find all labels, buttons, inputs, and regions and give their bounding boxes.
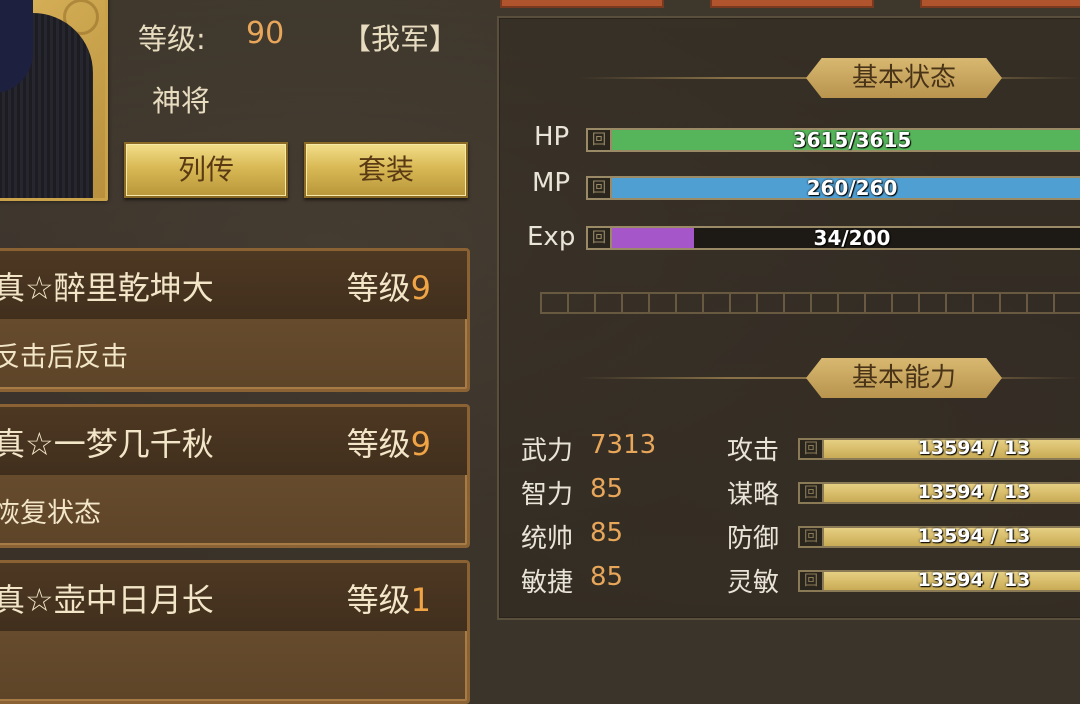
skill-level: 等级9 [347, 263, 431, 309]
skill-description: 反击后反击 [0, 342, 128, 373]
stat-label-force: 武力 [521, 436, 574, 466]
fret-pattern-divider [540, 292, 1080, 314]
stat-label-agility: 敏捷 [521, 568, 574, 598]
skill-name: 真☆一梦几千秋 [0, 425, 214, 463]
skill-level-value: 9 [410, 269, 431, 307]
rank-label: 神将 [152, 84, 211, 118]
stat-value-intellect: 85 [590, 474, 624, 504]
bar-endcap-icon: 回 [798, 570, 824, 592]
bar-endcap-icon: 回 [798, 482, 824, 504]
skill-level-value: 1 [410, 581, 431, 619]
bar-endcap-icon: 回 [586, 226, 612, 250]
nimble-value: 13594 / 13 [917, 569, 1031, 591]
attack-bar: 回 13594 / 13 [798, 437, 1080, 460]
defense-value: 13594 / 13 [917, 525, 1031, 547]
mp-label: MP [532, 168, 571, 198]
skill-level-label: 等级 [346, 581, 411, 619]
strategy-value: 13594 / 13 [917, 481, 1031, 503]
exp-label: Exp [527, 222, 576, 252]
stat-label-command: 统帅 [521, 524, 574, 554]
skill-level: 等级1 [347, 575, 431, 621]
hp-label: HP [534, 122, 570, 152]
nimble-label: 灵敏 [727, 568, 780, 598]
level-label: 等级: [138, 22, 206, 56]
hero-portrait[interactable] [0, 0, 108, 201]
attack-value: 13594 / 13 [917, 437, 1031, 459]
mp-bar: 回 260/260 [586, 176, 1080, 200]
skill-card[interactable]: 真☆醉里乾坤大 等级9 反击后反击 [0, 248, 470, 392]
defense-label: 防御 [727, 524, 780, 554]
skill-level: 等级9 [347, 419, 431, 465]
hp-bar: 回 3615/3615 [586, 128, 1080, 152]
defense-bar: 回 13594 / 13 [798, 525, 1080, 548]
stat-value-force: 7313 [590, 430, 657, 460]
bar-endcap-icon: 回 [798, 526, 824, 548]
stat-value-agility: 85 [590, 562, 624, 592]
skill-level-label: 等级 [346, 425, 411, 463]
stat-label-intellect: 智力 [521, 480, 574, 510]
skill-card[interactable]: 真☆一梦几千秋 等级9 恢复状态 [0, 404, 470, 548]
bar-endcap-icon: 回 [798, 438, 824, 460]
top-tab-2[interactable] [710, 0, 874, 8]
nimble-bar: 回 13594 / 13 [798, 569, 1080, 592]
top-tab-3[interactable] [920, 0, 1080, 8]
attack-label: 攻击 [727, 436, 780, 466]
biography-button[interactable]: 列传 [124, 142, 288, 198]
outfit-button[interactable]: 套装 [304, 142, 468, 198]
basic-ability-header: 基本能力 [806, 358, 1002, 398]
strategy-label: 谋略 [727, 480, 780, 510]
skill-name: 真☆醉里乾坤大 [0, 269, 214, 307]
strategy-bar: 回 13594 / 13 [798, 481, 1080, 504]
skill-description: 恢复状态 [0, 498, 101, 529]
level-value: 90 [246, 16, 285, 51]
bar-endcap-icon: 回 [586, 176, 612, 200]
skill-card[interactable]: 真☆壶中日月长 等级1 [0, 560, 470, 704]
exp-value: 34/200 [813, 226, 891, 250]
bar-endcap-icon: 回 [586, 128, 612, 152]
skill-name: 真☆壶中日月长 [0, 581, 214, 619]
hp-value: 3615/3615 [792, 128, 912, 152]
exp-bar: 回 34/200 [586, 226, 1080, 250]
faction-label: 【我军】 [342, 22, 459, 56]
stat-value-command: 85 [590, 518, 624, 548]
top-tab-1[interactable] [500, 0, 664, 8]
basic-status-header: 基本状态 [806, 58, 1002, 98]
mp-value: 260/260 [806, 176, 898, 200]
skill-level-label: 等级 [346, 269, 411, 307]
skill-level-value: 9 [410, 425, 431, 463]
